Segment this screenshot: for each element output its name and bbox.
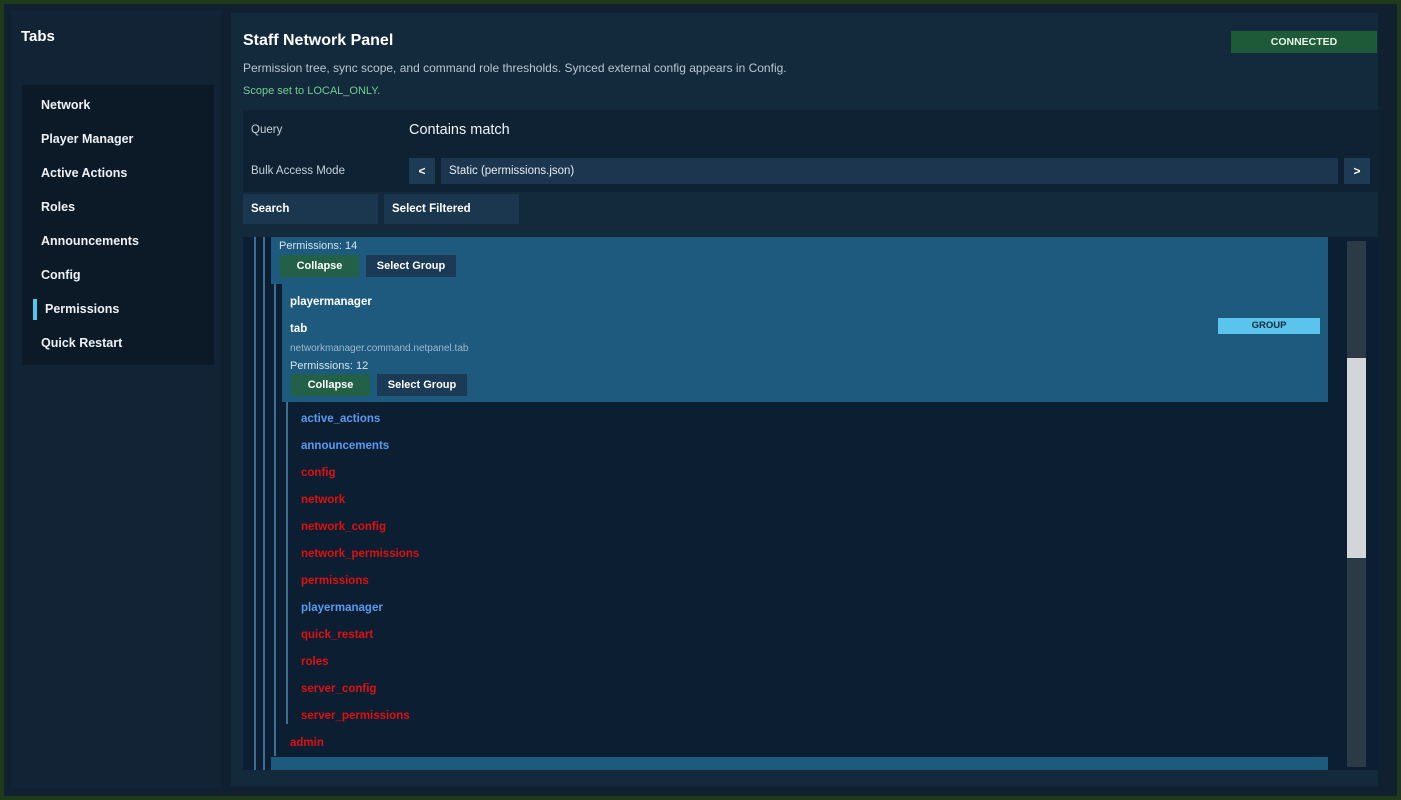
tree-guide-line [263, 237, 265, 770]
tree-guide-line [274, 284, 276, 756]
group-permission-count: Permissions: 14 [279, 240, 358, 252]
filter-form: Query Contains match Bulk Access Mode < … [243, 110, 1379, 192]
tree-scrollbar-thumb[interactable] [1347, 358, 1366, 558]
bulk-mode-field[interactable]: Static (permissions.json) [441, 158, 1338, 184]
group-node-path: networkmanager.command.netpanel.tab [290, 343, 469, 354]
sidebar-item-permissions[interactable]: Permissions [22, 294, 214, 324]
scope-message: Scope set to LOCAL_ONLY. [243, 85, 381, 97]
collapse-group-button[interactable]: Collapse [280, 255, 359, 277]
query-mode-selector[interactable]: Contains match [409, 122, 510, 138]
group-header-next [271, 757, 1328, 770]
permission-item[interactable]: roles [301, 656, 329, 668]
select-filtered-button[interactable]: Select Filtered [384, 194, 519, 224]
permission-item[interactable]: network [301, 494, 345, 506]
parent-group-name[interactable]: playermanager [290, 296, 372, 308]
connection-status-badge: CONNECTED [1231, 31, 1377, 53]
sidebar-item-active-actions[interactable]: Active Actions [22, 158, 214, 188]
permission-tree: Permissions: 14 Collapse Select Group pl… [243, 237, 1379, 770]
group-header-tab: playermanager tab GROUP networkmanager.c… [282, 284, 1328, 402]
query-label: Query [251, 124, 283, 136]
app-window: Tabs Network Player Manager Active Actio… [4, 4, 1397, 796]
select-group-button[interactable]: Select Group [377, 374, 467, 396]
permission-item[interactable]: announcements [301, 440, 389, 452]
sidebar-nav: Network Player Manager Active Actions Ro… [22, 85, 214, 365]
sidebar-item-config[interactable]: Config [22, 260, 214, 290]
permission-item[interactable]: server_permissions [301, 710, 410, 722]
select-group-button[interactable]: Select Group [366, 255, 456, 277]
permission-item[interactable]: admin [290, 737, 324, 749]
sidebar: Tabs Network Player Manager Active Actio… [10, 10, 222, 788]
permission-item[interactable]: active_actions [301, 413, 380, 425]
panel-description: Permission tree, sync scope, and command… [243, 61, 787, 75]
sidebar-item-roles[interactable]: Roles [22, 192, 214, 222]
permission-item[interactable]: quick_restart [301, 629, 373, 641]
group-type-badge: GROUP [1218, 318, 1320, 334]
main-panel: Staff Network Panel CONNECTED Permission… [231, 13, 1379, 786]
bulk-mode-next-button[interactable]: > [1344, 158, 1370, 184]
permission-item[interactable]: config [301, 467, 336, 479]
collapse-group-button[interactable]: Collapse [291, 374, 370, 396]
permission-item[interactable]: network_permissions [301, 548, 419, 560]
group-header-outer: Permissions: 14 Collapse Select Group [271, 237, 1328, 284]
permission-item[interactable]: server_config [301, 683, 376, 695]
page-title: Staff Network Panel [243, 32, 394, 49]
tree-scrollbar[interactable] [1347, 241, 1366, 767]
sidebar-item-player-manager[interactable]: Player Manager [22, 124, 214, 154]
sidebar-item-network[interactable]: Network [22, 90, 214, 120]
bulk-access-label: Bulk Access Mode [251, 165, 345, 177]
permission-item[interactable]: permissions [301, 575, 369, 587]
group-name[interactable]: tab [290, 323, 307, 335]
sidebar-title: Tabs [21, 28, 55, 45]
tree-guide-line [286, 402, 288, 724]
permission-item[interactable]: playermanager [301, 602, 383, 614]
permission-item[interactable]: network_config [301, 521, 386, 533]
search-button[interactable]: Search [243, 194, 378, 224]
bulk-mode-prev-button[interactable]: < [409, 158, 435, 184]
sidebar-item-quick-restart[interactable]: Quick Restart [22, 328, 214, 358]
sidebar-item-announcements[interactable]: Announcements [22, 226, 214, 256]
tree-guide-line [254, 237, 256, 770]
group-permission-count: Permissions: 12 [290, 360, 369, 372]
